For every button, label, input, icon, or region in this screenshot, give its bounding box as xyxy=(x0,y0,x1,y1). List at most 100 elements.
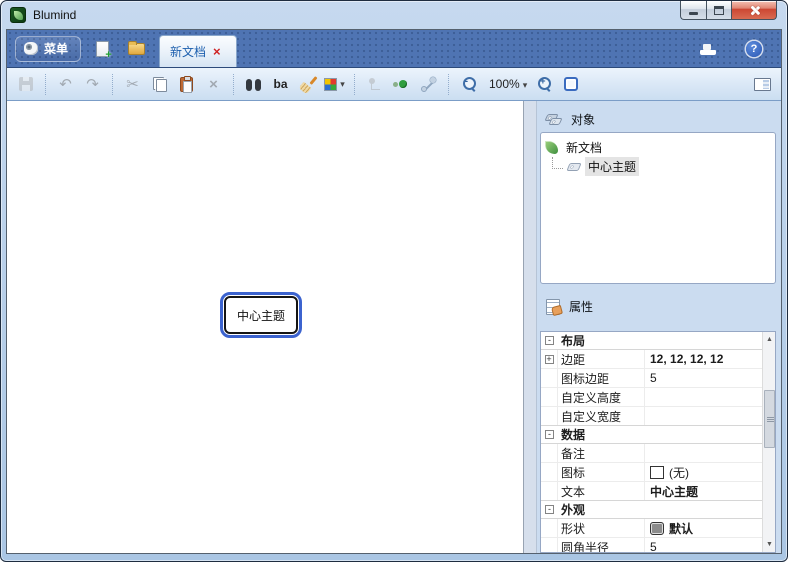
property-name: 图标边距 xyxy=(561,371,610,386)
new-document-button[interactable]: + xyxy=(89,36,115,62)
collapse-expander-icon[interactable]: - xyxy=(545,505,554,514)
maximize-button[interactable] xyxy=(706,1,732,20)
row-gutter xyxy=(541,519,558,537)
property-value[interactable] xyxy=(644,444,762,462)
help-button[interactable]: ? xyxy=(741,36,767,62)
paste-button[interactable] xyxy=(174,72,199,97)
tree-connector xyxy=(552,157,563,169)
property-row-icon[interactable]: 图标 (无) xyxy=(541,463,762,482)
property-value[interactable] xyxy=(644,388,762,406)
color-button[interactable] xyxy=(322,72,347,97)
property-row-shape[interactable]: 形状 默认 xyxy=(541,519,762,538)
property-row-corner-radius[interactable]: 圆角半径 5 xyxy=(541,538,762,553)
property-value-cell[interactable]: 默认 xyxy=(644,519,762,537)
fold-nodes-button[interactable] xyxy=(389,72,414,97)
minimize-button[interactable] xyxy=(680,1,706,20)
zoom-in-button[interactable]: + xyxy=(531,72,556,97)
redo-button[interactable]: ↷ xyxy=(80,72,105,97)
menubar-right-icons: ? xyxy=(687,30,767,68)
font-button[interactable]: ba xyxy=(268,72,293,97)
property-value[interactable]: 12, 12, 12, 12 xyxy=(644,350,762,368)
category-row-data[interactable]: - 数据 xyxy=(541,425,762,444)
property-row-custom-height[interactable]: 自定义高度 xyxy=(541,388,762,407)
property-name: 圆角半径 xyxy=(561,540,610,553)
scroll-up-button[interactable]: ▲ xyxy=(763,332,775,347)
property-value[interactable]: 中心主题 xyxy=(644,482,762,500)
app-logo-icon xyxy=(10,7,26,23)
minimize-icon xyxy=(689,11,698,15)
mindmap-canvas[interactable]: 中心主题 xyxy=(7,101,524,553)
properties-title: 属性 xyxy=(569,299,594,314)
toolbar-separator xyxy=(45,73,46,95)
window-controls xyxy=(680,1,777,20)
expand-expander-icon[interactable]: + xyxy=(544,354,554,364)
property-value[interactable]: 5 xyxy=(644,369,762,387)
toolbar-separator xyxy=(112,73,113,95)
toolbar-separator xyxy=(233,73,234,95)
cut-button[interactable]: ✂ xyxy=(120,72,145,97)
binoculars-icon xyxy=(246,78,261,91)
property-value[interactable] xyxy=(644,407,762,425)
property-row-text[interactable]: 文本 中心主题 xyxy=(541,482,762,501)
save-button[interactable] xyxy=(13,72,38,97)
scrollbar-thumb[interactable] xyxy=(764,390,775,448)
category-name: 数据 xyxy=(561,428,586,442)
fit-view-button[interactable] xyxy=(558,72,583,97)
layout-structure-button[interactable] xyxy=(362,72,387,97)
window-title: Blumind xyxy=(33,8,77,22)
property-name: 形状 xyxy=(561,521,586,536)
category-filler xyxy=(644,332,762,349)
copy-icon xyxy=(152,76,167,92)
icon-none-swatch[interactable] xyxy=(650,465,664,479)
row-gutter: + xyxy=(541,350,558,368)
tree-item-label: 新文档 xyxy=(566,141,603,155)
property-value-cell[interactable]: (无) xyxy=(644,463,762,481)
tree-item-document[interactable]: 新文档 xyxy=(545,138,771,157)
tab-close-icon[interactable]: × xyxy=(213,45,221,58)
shape-swatch[interactable] xyxy=(650,521,664,535)
collapse-expander-icon[interactable]: - xyxy=(545,336,554,345)
delete-button[interactable]: × xyxy=(201,72,226,97)
property-value: 默认 xyxy=(669,521,694,536)
property-row-custom-width[interactable]: 自定义宽度 xyxy=(541,407,762,426)
category-row-layout[interactable]: - 布局 xyxy=(541,332,762,350)
tree-item-central-topic[interactable]: 中心主题 xyxy=(545,157,771,176)
collapse-toolbar-button[interactable] xyxy=(695,36,721,62)
menu-button[interactable]: 菜单 xyxy=(15,35,82,62)
property-name: 边距 xyxy=(561,352,586,367)
scroll-down-button[interactable]: ▼ xyxy=(763,537,775,552)
close-button[interactable] xyxy=(732,1,777,20)
toggle-side-panel-button[interactable] xyxy=(750,72,775,97)
row-gutter xyxy=(541,444,558,462)
copy-button[interactable] xyxy=(147,72,172,97)
open-file-button[interactable] xyxy=(123,36,149,62)
property-grid-scrollbar[interactable]: ▲ ▼ xyxy=(762,332,775,552)
property-row-notes[interactable]: 备注 xyxy=(541,444,762,463)
titlebar[interactable]: Blumind xyxy=(1,1,787,29)
row-gutter: - xyxy=(541,426,558,443)
collapse-expander-icon[interactable]: - xyxy=(545,430,554,439)
central-topic-label: 中心主题 xyxy=(236,308,285,323)
zoom-level-dropdown[interactable]: 100% xyxy=(483,77,529,91)
panel-splitter[interactable] xyxy=(524,101,537,553)
undo-button[interactable]: ↶ xyxy=(53,72,78,97)
central-topic-node[interactable]: 中心主题 xyxy=(224,296,298,334)
tab-label: 新文档 xyxy=(170,45,207,59)
property-row-icon-margin[interactable]: 图标边距 5 xyxy=(541,369,762,388)
property-value[interactable]: 5 xyxy=(644,538,762,552)
row-gutter xyxy=(541,388,558,406)
category-row-appearance[interactable]: - 外观 xyxy=(541,500,762,519)
link-line-button[interactable] xyxy=(416,72,441,97)
objects-header: 对象 xyxy=(540,106,776,132)
format-painter-button[interactable] xyxy=(295,72,320,97)
row-gutter xyxy=(541,463,558,481)
tab-new-document[interactable]: 新文档 × xyxy=(159,35,237,67)
objects-title: 对象 xyxy=(571,112,596,127)
zoom-out-button[interactable]: - xyxy=(456,72,481,97)
find-button[interactable] xyxy=(241,72,266,97)
document-leaf-icon xyxy=(545,141,558,154)
fold-nodes-icon xyxy=(393,79,410,89)
row-gutter xyxy=(541,482,558,500)
property-row-margin[interactable]: + 边距 12, 12, 12, 12 xyxy=(541,350,762,369)
menu-bar: 菜单 + 新文档 × ? xyxy=(7,30,781,68)
